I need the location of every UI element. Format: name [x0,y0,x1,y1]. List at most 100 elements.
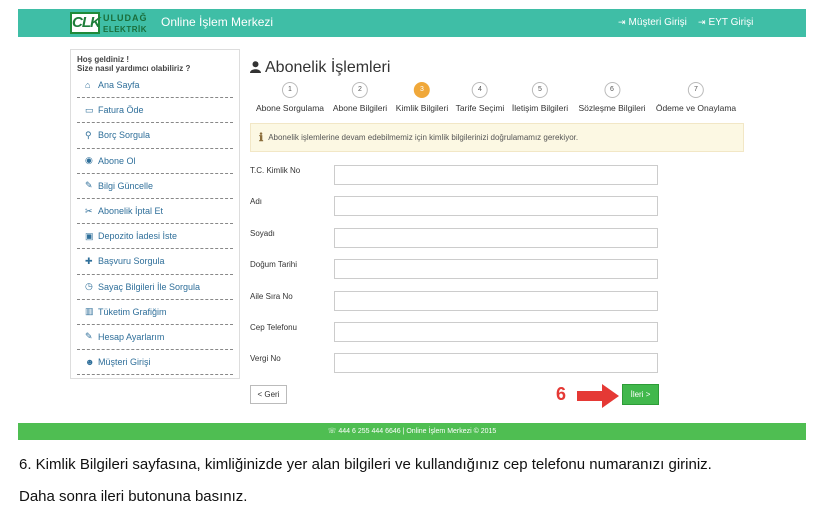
field-label: Doğum Tarihi [250,260,297,270]
sidebar-item[interactable]: ✎ Bilgi Güncelle [77,174,233,199]
sidebar-item[interactable]: ✎ Hesap Ayarlarım [77,325,233,351]
users-icon: ☻ [85,357,95,368]
search-icon: ⚲ [85,129,92,140]
step-number: 5 [532,82,548,98]
caption-line-1: 6. Kimlik Bilgileri sayfasına, kimliğini… [19,456,712,473]
step-label: İletişim Bilgileri [511,103,569,113]
user-icon [250,60,261,76]
form-input[interactable] [334,353,658,374]
home-icon: ⌂ [85,80,91,91]
logo-line-2: ELEKTRİK [103,24,147,34]
step-label: Tarife Seçimi [455,103,505,113]
form-input[interactable] [334,259,658,280]
sidebar-menu: ⌂ Ana Sayfa ▭ Fatura Öde ⚲ Borç Sorgula ◉ Abone… [77,73,233,376]
step-number: 6 [604,82,620,98]
sidebar-item-label: Müşteri Girişi [98,357,151,368]
edit-icon: ✎ [85,331,93,342]
step-number: 1 [281,82,298,98]
sidebar-item-label: Hesap Ayarlarım [98,331,165,342]
form-input[interactable] [334,322,658,342]
sidebar-item-label: Sayaç Bilgileri İle Sorgula [98,281,201,292]
step-number: 7 [687,82,704,98]
wizard-steps: 1 Abone Sorgulama 2 Abone Bilgileri 3 Kimlik … [250,82,744,116]
bar-chart-icon: ▥ [85,306,94,317]
footer-bar: ☏ 444 6 255 444 6646 | Online İşlem Merk… [18,423,806,440]
field-label: Vergi No [250,354,281,364]
step-label: Sözleşme Bilgileri [578,103,646,113]
sidebar-item[interactable]: ◷ Sayaç Bilgileri İle Sorgula [77,275,233,300]
sidebar: Hoş geldiniz ! Size nasıl yardımcı olabi… [70,49,240,379]
step-number: 2 [352,82,368,98]
site-title: Online İşlem Merkezi [161,15,274,29]
sidebar-item[interactable]: ⚲ Borç Sorgula [77,123,233,149]
wizard-step: 7 Ödeme ve Onaylama [656,82,736,113]
wizard-step: 2 Abone Bilgileri [333,82,387,113]
back-button[interactable]: < Geri [250,385,287,404]
sidebar-item-label: Abone Ol [98,155,136,166]
step-label: Kimlik Bilgileri [395,103,449,113]
step-number: 4 [472,82,488,98]
page-title-text: Abonelik İşlemleri [265,59,391,76]
wizard-step: 3 Kimlik Bilgileri [396,82,448,113]
sidebar-item-label: Ana Sayfa [98,80,140,91]
wizard-step: 6 Sözleşme Bilgileri [578,82,646,113]
sign-in-icon: ⇥ [698,17,706,27]
sidebar-item[interactable]: ✂ Abonelik İptal Et [77,199,233,225]
field-label: Adı [250,197,263,207]
step-label: Abone Bilgileri [332,103,388,113]
sidebar-item[interactable]: ▭ Fatura Öde [77,98,233,124]
sidebar-item[interactable]: ◉ Abone Ol [77,149,233,174]
step-label: Abone Sorgulama [255,103,325,113]
field-label: T.C. Kimlik No [250,166,301,175]
eyt-girisi-link[interactable]: ⇥ EYT Girişi [698,17,753,28]
wizard-step: 1 Abone Sorgulama [256,82,324,113]
logo-text: ULUDAĞ ELEKTRİK [103,13,148,34]
logo-mark: CLK [70,12,101,34]
form-input[interactable] [334,196,658,217]
step-number: 3 [414,82,430,98]
info-notice: ℹ Abonelik işlemlerine devam edebilmemiz… [250,123,744,152]
sidebar-item[interactable]: ☻ Müşteri Girişi [77,350,233,376]
globe-icon: ◉ [85,155,93,166]
welcome-line-2: Size nasıl yardımcı olabiliriz ? [77,64,191,73]
edit-icon: ✎ [85,180,93,191]
sidebar-item[interactable]: ▣ Depozito İadesi İste [77,224,233,250]
sidebar-item[interactable]: ✚ Başvuru Sorgula [77,249,233,275]
field-label: Soyadı [250,228,275,238]
musteri-girisi-label: Müşteri Girişi [628,17,687,28]
site-logo[interactable]: CLK ULUDAĞ ELEKTRİK [70,11,174,35]
user-plus-icon: ✚ [85,255,93,266]
annotation-step-number: 6 [556,384,567,404]
top-navbar: CLK ULUDAĞ ELEKTRİK Online İşlem Merkezi… [18,9,806,37]
welcome-text: Hoş geldiniz ! Size nasıl yardımcı olabi… [77,55,233,73]
sidebar-item[interactable]: ⌂ Ana Sayfa [77,73,233,99]
credit-card-icon: ▭ [85,104,94,115]
sidebar-item-label: Bilgi Güncelle [98,180,154,191]
sidebar-item-label: Depozito İadesi İste [98,231,178,242]
sidebar-item-label: Başvuru Sorgula [98,256,165,267]
scissors-icon: ✂ [85,205,93,216]
info-icon: ℹ [259,132,264,144]
money-icon: ▣ [85,230,94,241]
sidebar-item-label: Fatura Öde [98,105,144,116]
annotation-arrow-icon [577,384,619,408]
form-input[interactable] [334,290,658,311]
clock-icon: ◷ [85,281,93,292]
musteri-girisi-link[interactable]: ⇥ Müşteri Girişi [618,17,687,28]
step-label: Ödeme ve Onaylama [655,103,737,113]
eyt-girisi-label: EYT Girişi [708,17,754,28]
form-input[interactable] [334,227,658,248]
form-input[interactable] [334,165,658,185]
sidebar-item-label: Tüketim Grafiğim [98,306,167,317]
wizard-step: 4 Tarife Seçimi [455,82,505,113]
screenshot-root: CLK ULUDAĞ ELEKTRİK Online İşlem Merkezi… [0,0,833,511]
welcome-line-1: Hoş geldiniz ! [77,55,129,64]
sidebar-item[interactable]: ▥ Tüketim Grafiğim [77,300,233,325]
sidebar-item-label: Abonelik İptal Et [98,206,164,217]
wizard-step: 5 İletişim Bilgileri [512,82,568,113]
field-label: Aile Sıra No [250,291,293,301]
caption-line-2: Daha sonra ileri butonuna basınız. [19,488,248,505]
notice-text: Abonelik işlemlerine devam edebilmemiz i… [268,133,579,142]
field-label: Cep Telefonu [250,323,297,332]
next-button[interactable]: İleri > [622,384,659,405]
